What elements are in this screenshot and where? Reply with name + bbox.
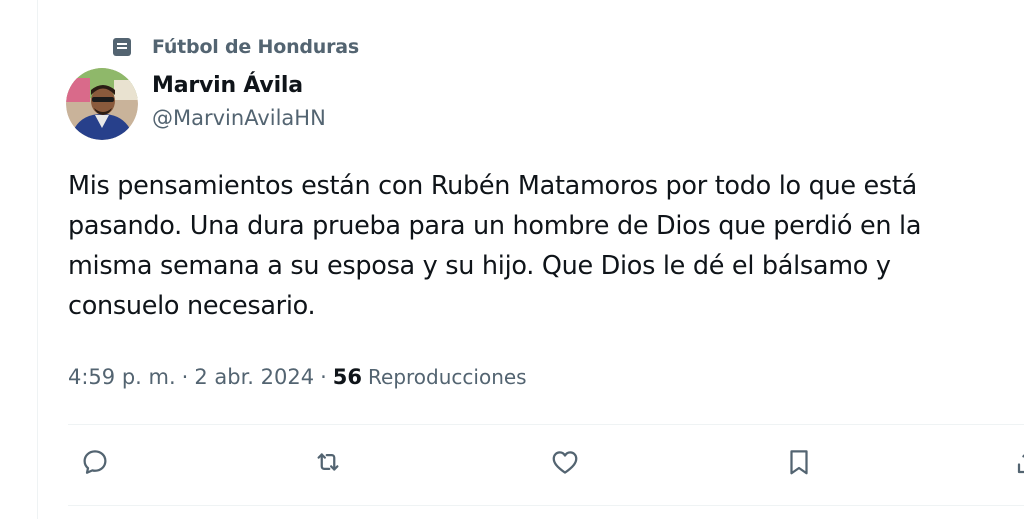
views-label: Reproducciones xyxy=(368,365,527,389)
reply-icon xyxy=(80,447,110,481)
left-border xyxy=(37,0,38,519)
tweet-date[interactable]: 2 abr. 2024 xyxy=(194,359,314,395)
retweet-icon xyxy=(313,447,343,481)
share-icon xyxy=(1014,447,1024,481)
bookmark-icon xyxy=(784,447,814,481)
tweet-time[interactable]: 4:59 p. m. xyxy=(68,359,176,395)
views-count: 56 xyxy=(332,365,363,389)
reply-button[interactable] xyxy=(78,447,112,481)
avatar[interactable] xyxy=(66,68,138,140)
separator-dot: · xyxy=(181,365,189,389)
display-name[interactable]: Marvin Ávila xyxy=(152,70,326,102)
author-block[interactable]: Marvin Ávila @MarvinAvilaHN xyxy=(152,70,326,134)
divider xyxy=(68,424,1024,425)
community-icon xyxy=(112,37,132,57)
divider xyxy=(68,505,1024,506)
community-context[interactable]: Fútbol de Honduras xyxy=(112,35,359,59)
separator-dot: · xyxy=(320,365,327,389)
handle[interactable]: @MarvinAvilaHN xyxy=(152,102,326,134)
community-name[interactable]: Fútbol de Honduras xyxy=(152,36,359,58)
bookmark-button[interactable] xyxy=(782,447,816,481)
like-button[interactable] xyxy=(548,447,582,481)
share-button[interactable] xyxy=(1012,447,1024,481)
tweet-text: Mis pensamientos están con Rubén Matamor… xyxy=(68,171,922,321)
retweet-button[interactable] xyxy=(311,447,345,481)
tweet-metadata: 4:59 p. m. · 2 abr. 2024 · 56 Reproducci… xyxy=(68,359,527,395)
heart-icon xyxy=(550,447,580,481)
